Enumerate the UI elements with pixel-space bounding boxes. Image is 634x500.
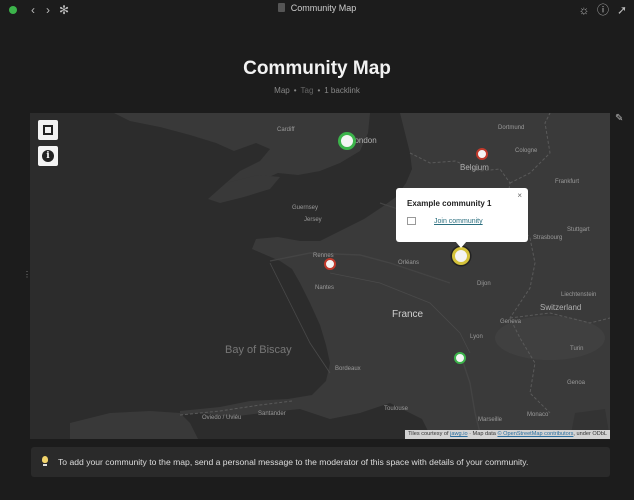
window-title: Community Map xyxy=(0,3,634,13)
lightbulb-icon xyxy=(41,456,49,467)
map-attribution: Tiles courtesy of jawg.io · Map data © O… xyxy=(405,430,610,439)
map-label-liechtenstein: Liechtenstein xyxy=(561,292,597,298)
popup-close-button[interactable]: × xyxy=(517,191,522,200)
map-tiles xyxy=(30,113,610,439)
map-info-button[interactable]: i xyxy=(38,146,58,166)
community-marker-rennes[interactable] xyxy=(324,258,336,270)
map-label-switzerland: Switzerland xyxy=(540,303,582,312)
broken-image-icon xyxy=(407,217,416,225)
info-icon: i xyxy=(42,150,54,162)
map-label-jersey: Jersey xyxy=(304,217,322,223)
attribution-jawg-link[interactable]: jawg.io xyxy=(450,431,467,437)
community-marker-london[interactable] xyxy=(338,132,356,150)
meta-tag[interactable]: Tag xyxy=(301,86,314,95)
community-marker-selected[interactable] xyxy=(452,247,470,265)
map-label-lyon: Lyon xyxy=(470,334,483,340)
map-label-stuttgart: Stuttgart xyxy=(567,227,590,233)
document-icon xyxy=(277,3,285,12)
map-label-marseille: Marseille xyxy=(478,417,503,423)
map-label-belgium: Belgium xyxy=(460,163,489,172)
page-meta: Map • Tag • 1 backlink xyxy=(274,86,360,95)
info-notice: To add your community to the map, send a… xyxy=(31,447,610,477)
community-map[interactable]: Cardiff London Dortmund Cologne Belgium … xyxy=(30,113,610,439)
map-label-santander: Santander xyxy=(258,411,286,417)
map-label-bay-of-biscay: Bay of Biscay xyxy=(225,344,292,356)
map-label-nantes: Nantes xyxy=(315,285,335,291)
map-label-toulouse: Toulouse xyxy=(384,406,409,412)
community-marker-lyon[interactable] xyxy=(454,352,466,364)
fullscreen-icon xyxy=(43,125,53,135)
popup-tip xyxy=(455,241,467,248)
globe-icon[interactable]: ☼ xyxy=(576,2,592,18)
map-label-bordeaux: Bordeaux xyxy=(335,366,361,372)
popup-title: Example community 1 xyxy=(407,199,492,208)
map-label-turin: Turin xyxy=(570,346,584,352)
meta-type[interactable]: Map xyxy=(274,86,290,95)
fullscreen-button[interactable] xyxy=(38,120,58,140)
info-icon[interactable]: ⓘ xyxy=(595,2,611,18)
join-community-link[interactable]: Join community xyxy=(434,218,483,225)
map-label-strasbourg: Strasbourg xyxy=(533,235,563,241)
map-label-geneva: Geneva xyxy=(500,319,522,325)
attribution-osm-link[interactable]: © OpenStreetMap contributors xyxy=(497,431,573,437)
map-label-monaco: Monaco xyxy=(527,412,549,418)
pin-icon[interactable]: ➚ xyxy=(614,2,630,18)
map-label-frankfurt: Frankfurt xyxy=(555,179,580,185)
page-title: Community Map xyxy=(243,58,391,79)
community-marker-belgium[interactable] xyxy=(476,148,488,160)
edit-pencil-icon[interactable]: ✎ xyxy=(615,113,627,125)
map-label-cardiff: Cardiff xyxy=(277,127,295,133)
map-label-cologne: Cologne xyxy=(515,148,538,154)
notice-text: To add your community to the map, send a… xyxy=(58,457,529,467)
map-label-guernsey: Guernsey xyxy=(292,205,319,211)
map-label-dortmund: Dortmund xyxy=(498,125,525,131)
map-label-orleans: Orléans xyxy=(398,260,420,266)
map-label-france: France xyxy=(392,309,424,320)
map-label-oviedo: Oviedo / Uviéu xyxy=(202,415,242,421)
window-titlebar: ‹ › ✻ Community Map ☼ ⓘ ➚ xyxy=(0,0,634,20)
community-popup: Example community 1 × Join community xyxy=(396,188,528,242)
map-label-dijon: Dijon xyxy=(477,281,491,287)
meta-backlinks[interactable]: 1 backlink xyxy=(324,86,360,95)
map-label-genoa: Genoa xyxy=(567,380,586,386)
